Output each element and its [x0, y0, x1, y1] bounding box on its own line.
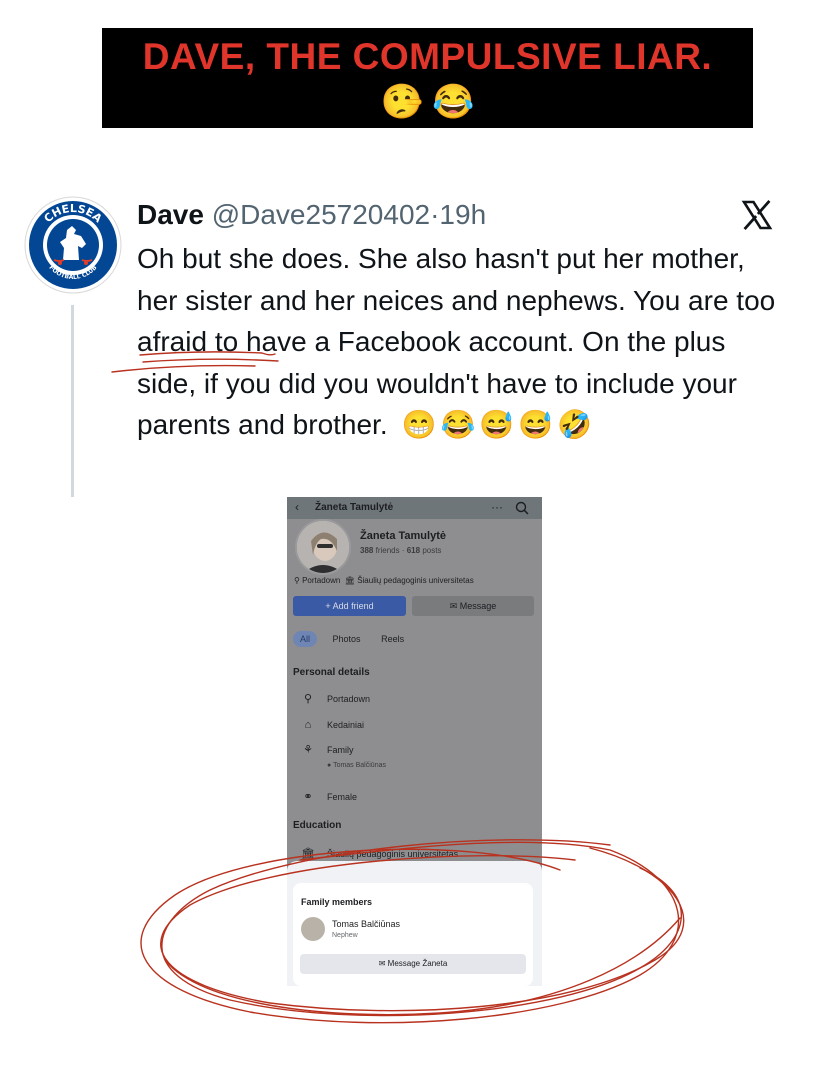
posts-count: 618: [406, 546, 421, 555]
tab-reels[interactable]: Reels: [381, 634, 404, 644]
fb-header-name: Žaneta Tamulytė: [315, 502, 394, 513]
detail-family: ⚘ Family: [299, 743, 354, 756]
detail-gender: ⚭ Female: [299, 790, 357, 803]
home-icon: ⌂: [304, 719, 312, 731]
title-banner: DAVE, THE COMPULSIVE LIAR. 🤥 😂: [102, 28, 753, 128]
school-icon: 🏛: [301, 848, 315, 860]
profile-tabs: All Photos Reels: [293, 631, 422, 647]
messenger-icon: ✉: [378, 959, 386, 968]
message-zaneta-label: Message Žaneta: [387, 959, 448, 968]
intro-location: Portadown: [302, 576, 341, 585]
tweet-timestamp[interactable]: 19h: [439, 199, 486, 230]
detail-location: ⚲ Portadown: [299, 692, 370, 705]
friends-count: 388: [360, 546, 374, 555]
education-item-label: Šiaulių pedagoginis universitetas: [327, 849, 459, 859]
education-heading: Education: [293, 820, 342, 831]
family-members-card: Family members Tomas Balčiūnas Nephew ✉ …: [293, 883, 533, 986]
detail-family-label: Family: [327, 745, 354, 755]
tab-all[interactable]: All: [293, 631, 318, 647]
location-pin-icon: ⚲: [303, 693, 313, 705]
search-icon[interactable]: [515, 501, 529, 515]
profile-intro-row: ⚲ Portadown 🏛 Šiaulių pedagoginis univer…: [294, 576, 474, 585]
messenger-icon: ✉: [449, 601, 458, 611]
banner-emojis: 🤥 😂: [380, 83, 475, 121]
tweet-emojis: 😁😂😅😅🤣: [401, 409, 596, 440]
add-friend-button[interactable]: + Add friend: [293, 596, 406, 616]
tweet-author-name[interactable]: Dave: [137, 199, 204, 230]
detail-hometown-label: Kedainiai: [327, 720, 365, 730]
family-members-title: Family members: [301, 897, 373, 907]
detail-family-sub: Tomas Balčiūnas: [333, 762, 386, 769]
facebook-profile-screenshot: ‹ Žaneta Tamulytė ··· Žaneta Tamulytė 38…: [287, 497, 542, 986]
tweet-header: Dave @Dave25720402·19h: [137, 197, 486, 233]
banner-title: DAVE, THE COMPULSIVE LIAR.: [142, 36, 713, 77]
add-friend-label: Add friend: [332, 601, 374, 611]
detail-family-member[interactable]: ● Tomas Balčiūnas: [327, 762, 386, 769]
profile-name: Žaneta Tamulytė: [360, 530, 446, 542]
member-avatar-small: ●: [327, 762, 332, 769]
back-arrow-icon[interactable]: ‹: [295, 501, 299, 514]
fb-header: ‹ Žaneta Tamulytė ···: [287, 497, 542, 519]
tab-photos[interactable]: Photos: [333, 634, 361, 644]
bottom-sheet: Family members Tomas Balčiūnas Nephew ✉ …: [287, 861, 542, 986]
detail-location-label: Portadown: [327, 694, 371, 704]
add-friend-icon: +: [325, 601, 331, 611]
thread-connector-line: [71, 305, 74, 497]
tweet-author-handle[interactable]: @Dave25720402: [212, 199, 430, 230]
message-label: Message: [459, 601, 497, 611]
family-icon: ⚘: [303, 744, 313, 756]
school-icon: 🏛: [344, 576, 355, 585]
personal-details-heading: Personal details: [293, 667, 370, 678]
chelsea-fc-crest-icon[interactable]: CHELSEA FOOTBALL CLUB: [24, 196, 122, 294]
x-logo-icon: [741, 200, 773, 230]
member-name[interactable]: Tomas Balčiūnas: [332, 919, 400, 929]
posts-label: posts: [422, 546, 442, 555]
detail-gender-label: Female: [327, 792, 358, 802]
member-relation: Nephew: [332, 932, 358, 939]
message-button[interactable]: ✉ Message: [412, 596, 534, 616]
education-item: 🏛 Šiaulių pedagoginis universitetas: [299, 847, 458, 860]
profile-counts: 388 friends · 618 posts: [360, 546, 442, 555]
profile-photo[interactable]: [295, 519, 351, 575]
tweet-body: Oh but she does. She also hasn't put her…: [137, 238, 777, 446]
intro-school: Šiaulių pedagoginis universitetas: [357, 576, 474, 585]
friends-label[interactable]: friends: [376, 546, 400, 555]
detail-hometown: ⌂ Kedainiai: [299, 719, 364, 731]
location-pin-icon: ⚲: [294, 576, 300, 585]
member-avatar[interactable]: [301, 917, 325, 941]
gender-icon: ⚭: [303, 791, 313, 803]
message-zaneta-button[interactable]: ✉ Message Žaneta: [300, 954, 526, 974]
more-options-icon[interactable]: ···: [491, 500, 503, 514]
